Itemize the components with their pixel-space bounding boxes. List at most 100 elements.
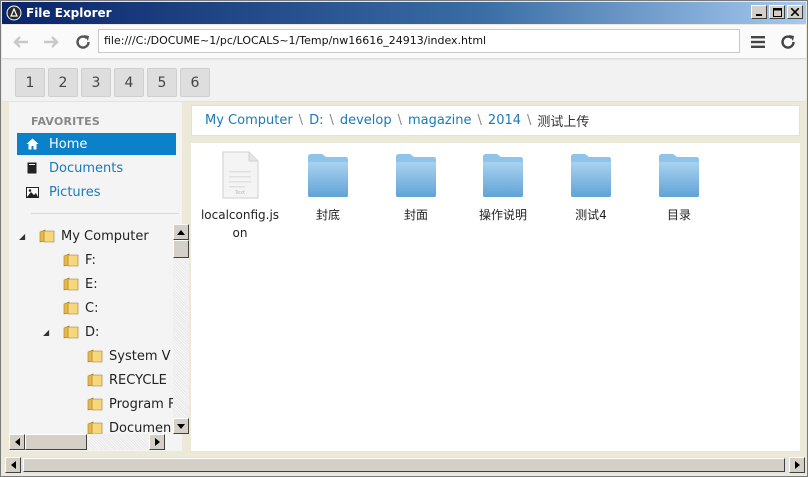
folder-item-fengmian[interactable]: 封面 <box>376 151 456 224</box>
arrow-right-icon <box>44 36 59 48</box>
breadcrumb-link-magazine[interactable]: magazine <box>408 113 472 128</box>
folder-icon <box>483 154 523 197</box>
tree-item-my-computer[interactable]: ◢ My Computer <box>19 225 149 247</box>
text-file-icon: Text <box>222 151 259 199</box>
tree-item-label: E: <box>85 276 98 292</box>
maximize-button[interactable] <box>769 5 785 19</box>
home-icon <box>25 138 39 150</box>
file-name: 封底 <box>315 208 340 222</box>
breadcrumb-link-d[interactable]: D: <box>309 113 323 128</box>
document-icon <box>25 162 39 174</box>
folder-icon <box>659 154 699 197</box>
scroll-thumb[interactable] <box>25 434 87 450</box>
arrow-right-icon <box>794 461 800 469</box>
folder-item-ceshi4[interactable]: 测试4 <box>551 151 631 224</box>
tab-1[interactable]: 1 <box>15 68 45 97</box>
hamburger-menu-icon <box>751 36 765 48</box>
navigation-bar: file:///C:/DOCUME~1/pc/LOCALS~1/Temp/nw1… <box>2 25 806 59</box>
sidebar-item-home[interactable]: Home <box>17 133 176 155</box>
expand-toggle-icon[interactable]: ◢ <box>43 328 53 337</box>
arrow-left-icon <box>14 438 20 446</box>
scroll-up-button[interactable] <box>173 224 189 240</box>
minimize-button[interactable] <box>751 5 767 19</box>
refresh-button[interactable] <box>777 31 799 53</box>
scroll-right-button[interactable] <box>789 457 805 473</box>
close-icon <box>791 8 799 16</box>
folder-icon <box>571 154 611 197</box>
scroll-right-button[interactable] <box>149 434 165 450</box>
tree-item-d-drive[interactable]: ◢ D: <box>43 321 99 343</box>
tree-item-label: D: <box>85 324 100 340</box>
tab-3[interactable]: 3 <box>81 68 111 97</box>
window-horizontal-scrollbar[interactable] <box>5 457 805 473</box>
folder-icon <box>308 154 348 197</box>
close-button[interactable] <box>787 5 803 19</box>
folder-item-caozuo[interactable]: 操作说明 <box>463 151 543 224</box>
title-bar[interactable]: File Explorer <box>2 2 806 24</box>
folder-icon <box>63 325 79 339</box>
tab-6[interactable]: 6 <box>180 68 210 97</box>
tree-item-f-drive[interactable]: F: <box>63 249 96 271</box>
breadcrumb-link-my-computer[interactable]: My Computer <box>205 113 293 128</box>
tree-item-program-files[interactable]: Program F <box>87 393 175 415</box>
file-name: 测试4 <box>575 208 607 222</box>
folder-icon <box>396 154 436 197</box>
tabs-row: 1 2 3 4 5 6 <box>2 60 806 102</box>
scroll-thumb[interactable] <box>23 458 785 472</box>
tree-horizontal-scrollbar[interactable] <box>9 434 165 450</box>
tab-5[interactable]: 5 <box>147 68 177 97</box>
tree-item-e-drive[interactable]: E: <box>63 273 98 295</box>
breadcrumb-link-2014[interactable]: 2014 <box>488 113 521 128</box>
favorites-heading: FAVORITES <box>31 115 100 128</box>
sidebar-item-documents[interactable]: Documents <box>17 157 176 179</box>
scroll-left-button[interactable] <box>5 457 21 473</box>
sidebar-item-pictures[interactable]: Pictures <box>17 181 176 203</box>
tree-item-label: My Computer <box>61 228 149 244</box>
forward-button[interactable] <box>40 31 62 53</box>
back-button[interactable] <box>10 31 32 53</box>
tree-item-recycler[interactable]: RECYCLE <box>87 369 167 391</box>
sidebar: FAVORITES Home Documents Pictures ◢ My C… <box>9 102 189 451</box>
arrow-up-icon <box>177 229 185 235</box>
file-view: Text localconfig.json 封底 封面 操作说明 测试4 目录 <box>191 143 800 451</box>
picture-icon <box>25 186 39 198</box>
arrow-right-icon <box>154 438 160 446</box>
address-input[interactable]: file:///C:/DOCUME~1/pc/LOCALS~1/Temp/nw1… <box>98 29 740 53</box>
menu-button[interactable] <box>747 31 769 53</box>
folder-item-mulu[interactable]: 目录 <box>639 151 719 224</box>
breadcrumb-current: 测试上传 <box>537 115 590 130</box>
arrow-left-icon <box>13 36 28 48</box>
file-name: 封面 <box>403 208 428 222</box>
scroll-thumb[interactable] <box>173 240 189 258</box>
folder-icon <box>87 349 103 363</box>
sidebar-item-label: Documents <box>49 160 124 176</box>
folder-item-fengdi[interactable]: 封底 <box>288 151 368 224</box>
minimize-icon <box>756 14 762 16</box>
tab-4[interactable]: 4 <box>114 68 144 97</box>
maximize-icon <box>772 7 782 17</box>
file-name: localconfig.json <box>200 208 280 240</box>
folder-icon <box>63 301 79 315</box>
folder-icon <box>87 421 103 435</box>
breadcrumb-link-develop[interactable]: develop <box>340 113 392 128</box>
file-item-localconfig[interactable]: Text localconfig.json <box>200 151 280 242</box>
tree-vertical-scrollbar[interactable] <box>173 224 189 434</box>
expand-toggle-icon[interactable]: ◢ <box>19 232 29 241</box>
arrow-left-icon <box>10 461 16 469</box>
breadcrumb-separator: \ <box>329 113 334 128</box>
breadcrumb-separator: \ <box>397 113 402 128</box>
scroll-left-button[interactable] <box>9 434 25 450</box>
scroll-down-button[interactable] <box>173 418 189 434</box>
folder-tree: ◢ My Computer F: E: C: ◢ D: System V REC… <box>9 220 182 436</box>
tree-item-label: System V <box>109 348 171 364</box>
tree-item-system-volume[interactable]: System V <box>87 345 171 367</box>
window-title: File Explorer <box>26 6 112 20</box>
reload-button[interactable] <box>72 31 94 53</box>
tree-item-c-drive[interactable]: C: <box>63 297 98 319</box>
refresh-icon <box>781 35 795 49</box>
reload-icon <box>76 35 90 49</box>
breadcrumb-separator: \ <box>298 113 304 128</box>
tab-2[interactable]: 2 <box>48 68 78 97</box>
file-name: 目录 <box>666 208 691 222</box>
arrow-down-icon <box>177 423 185 429</box>
